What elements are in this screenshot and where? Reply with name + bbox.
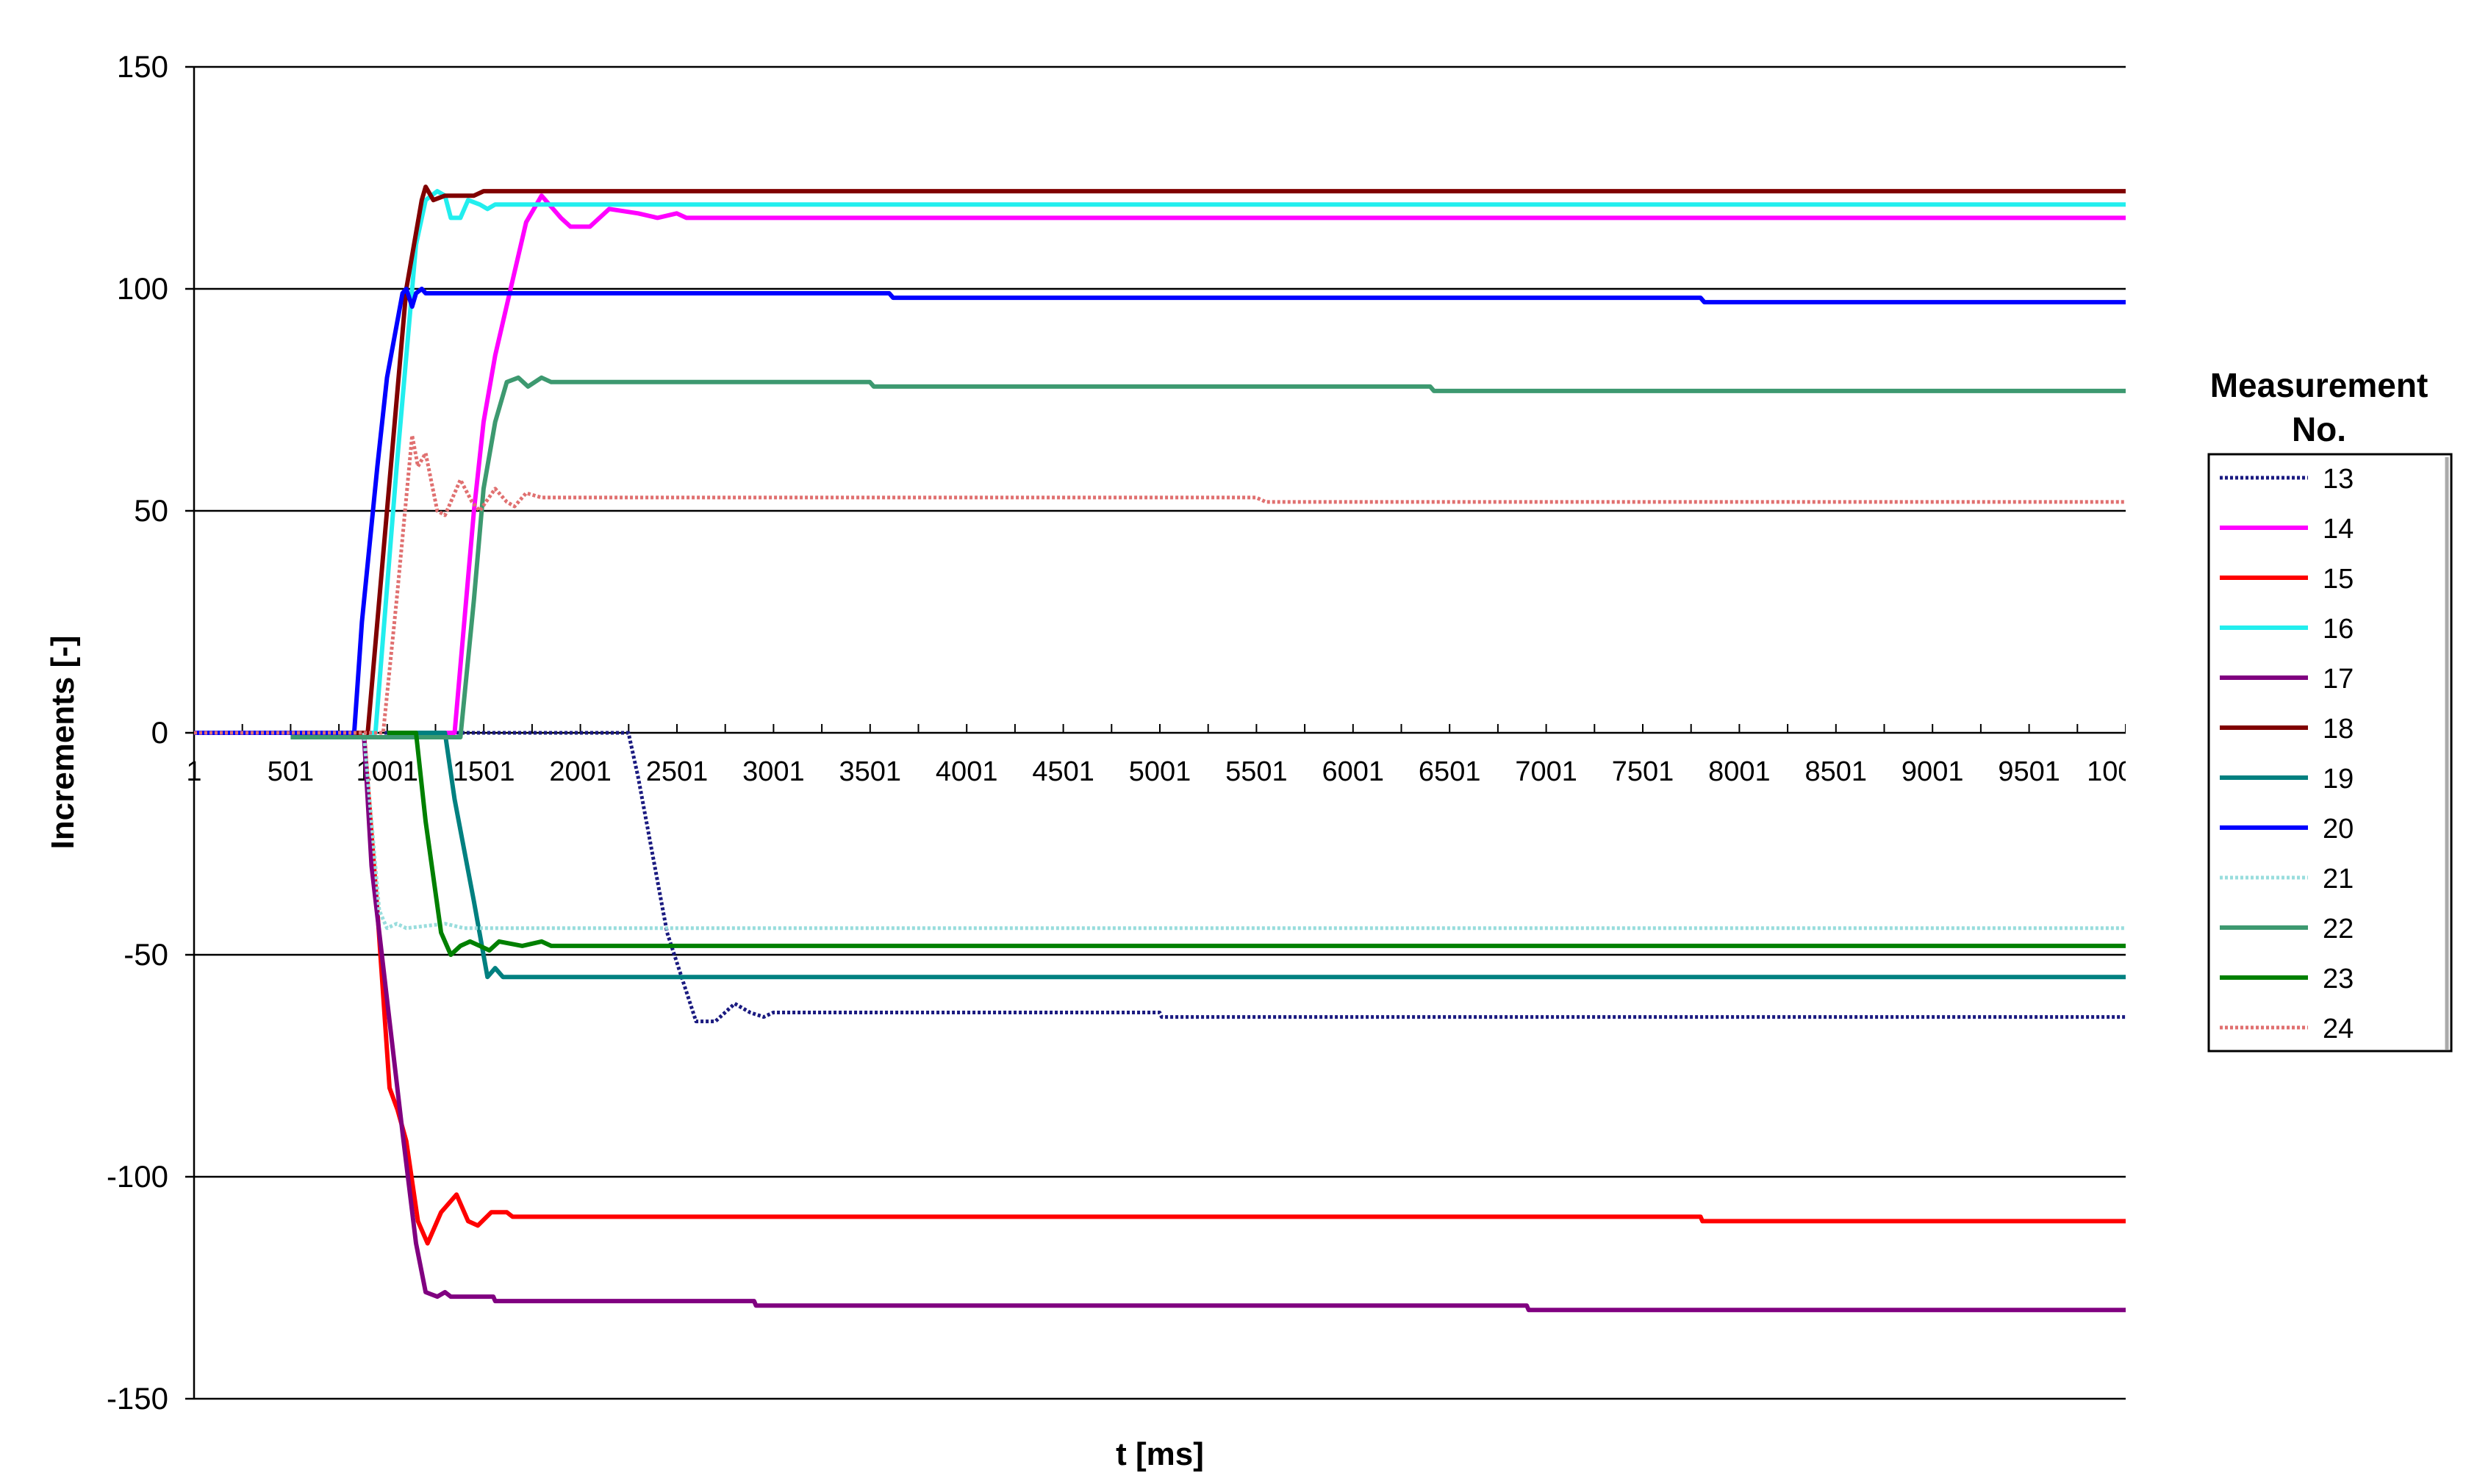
series-line-17 bbox=[194, 731, 2126, 1313]
gridlines bbox=[185, 65, 2126, 1400]
series-line-18 bbox=[194, 184, 2126, 735]
line-chart: 150100500-50-100-150 1 501 1001 1501 2001 250… bbox=[45, 49, 2453, 1472]
x-tick-label: 1 bbox=[186, 756, 201, 787]
y-axis-ticks: 150 100 50 0 -50 -100 -150 bbox=[107, 49, 168, 1416]
x-axis-title: t [ms] bbox=[1116, 1436, 1204, 1472]
y-tick-label: 0 bbox=[151, 715, 168, 750]
x-tick-label: 501 bbox=[268, 756, 314, 787]
legend-label-19: 19 bbox=[2323, 764, 2354, 795]
legend-label-13: 13 bbox=[2323, 464, 2354, 495]
series-line-16 bbox=[194, 189, 2126, 735]
x-tick-label: 2001 bbox=[549, 756, 612, 787]
legend-label-15: 15 bbox=[2323, 564, 2354, 595]
x-tick-label: 8001 bbox=[1708, 756, 1771, 787]
y-axis-title: Increments [-] bbox=[45, 636, 81, 850]
y-tick-label: 50 bbox=[134, 493, 168, 528]
x-tick-label: 1501 bbox=[453, 756, 515, 787]
legend-title: Measurement No. bbox=[2210, 366, 2429, 448]
x-tick-label: 4501 bbox=[1032, 756, 1094, 787]
x-tick-label: 3001 bbox=[742, 756, 805, 787]
legend-label-20: 20 bbox=[2323, 814, 2354, 845]
x-tick-label: 8501 bbox=[1805, 756, 1868, 787]
x-tick-label: 6501 bbox=[1419, 756, 1481, 787]
x-tick-label: 7001 bbox=[1515, 756, 1577, 787]
y-tick-label: -50 bbox=[123, 937, 168, 972]
x-tick-label: 9501 bbox=[1998, 756, 2060, 787]
legend-label-17: 17 bbox=[2323, 664, 2354, 695]
x-tick-label: 4001 bbox=[936, 756, 998, 787]
legend-label-18: 18 bbox=[2323, 714, 2354, 745]
x-tick-label: 3501 bbox=[839, 756, 902, 787]
legend-label-14: 14 bbox=[2323, 514, 2354, 545]
y-tick-label: 100 bbox=[117, 271, 168, 306]
legend-label-21: 21 bbox=[2323, 864, 2354, 895]
legend-label-16: 16 bbox=[2323, 614, 2354, 645]
x-tick-label: 2501 bbox=[646, 756, 709, 787]
series-line-22 bbox=[290, 375, 2126, 739]
series-line-14 bbox=[426, 193, 2126, 735]
legend-label-23: 23 bbox=[2323, 964, 2354, 994]
y-tick-label: -100 bbox=[107, 1159, 168, 1194]
x-tick-label: 6001 bbox=[1322, 756, 1385, 787]
x-tick-label: 7501 bbox=[1612, 756, 1674, 787]
legend-label-22: 22 bbox=[2323, 914, 2354, 944]
legend: Measurement No. 13 14 15 16 17 18 19 20 21 22 23 24 bbox=[2207, 366, 2453, 1053]
legend-label-24: 24 bbox=[2323, 1014, 2354, 1044]
y-tick-label: -150 bbox=[107, 1381, 168, 1416]
series-lines bbox=[194, 184, 2126, 1313]
x-tick-label: 5001 bbox=[1129, 756, 1191, 787]
x-tick-label: 10001 bbox=[2087, 756, 2165, 787]
x-tick-label: 5501 bbox=[1225, 756, 1288, 787]
y-tick-label: 150 bbox=[117, 49, 168, 84]
series-line-15 bbox=[194, 731, 2126, 1246]
x-tick-label: 9001 bbox=[1902, 756, 1964, 787]
